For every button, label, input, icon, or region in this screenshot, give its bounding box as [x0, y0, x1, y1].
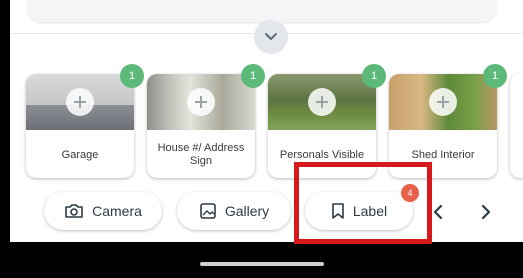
camera-icon — [65, 204, 83, 218]
photo-tile-partial[interactable] — [510, 74, 523, 178]
gallery-button[interactable]: Gallery — [177, 192, 291, 230]
plus-icon[interactable] — [308, 88, 336, 116]
photo-tile-garage[interactable]: 1 Garage — [26, 64, 144, 178]
prev-button[interactable] — [426, 200, 450, 224]
gallery-label: Gallery — [224, 203, 270, 219]
plus-icon[interactable] — [187, 88, 215, 116]
highlight-annotation — [294, 162, 432, 244]
next-button[interactable] — [474, 200, 498, 224]
camera-label: Camera — [92, 203, 142, 219]
camera-button[interactable]: Camera — [44, 192, 162, 230]
image-icon — [200, 203, 216, 219]
photo-count-badge: 1 — [241, 64, 265, 88]
chevron-left-icon — [433, 204, 443, 220]
photo-tile-address-sign[interactable]: 1 House #/ Address Sign — [147, 64, 265, 178]
photo-count-badge: 1 — [120, 64, 144, 88]
tile-label: House #/ Address Sign — [157, 142, 245, 167]
photo-count-badge: 1 — [483, 64, 507, 88]
photo-count-badge: 1 — [362, 64, 386, 88]
home-indicator[interactable] — [200, 262, 324, 266]
chevron-down-icon — [265, 33, 277, 40]
app-screen: 1 Garage 1 House #/ Address Sign 1 Perso… — [0, 0, 523, 278]
plus-icon[interactable] — [66, 88, 94, 116]
chevron-right-icon — [481, 204, 491, 220]
top-card — [28, 0, 496, 22]
tile-label: Garage — [61, 148, 99, 161]
plus-icon[interactable] — [429, 88, 457, 116]
expand-button[interactable] — [254, 20, 288, 54]
